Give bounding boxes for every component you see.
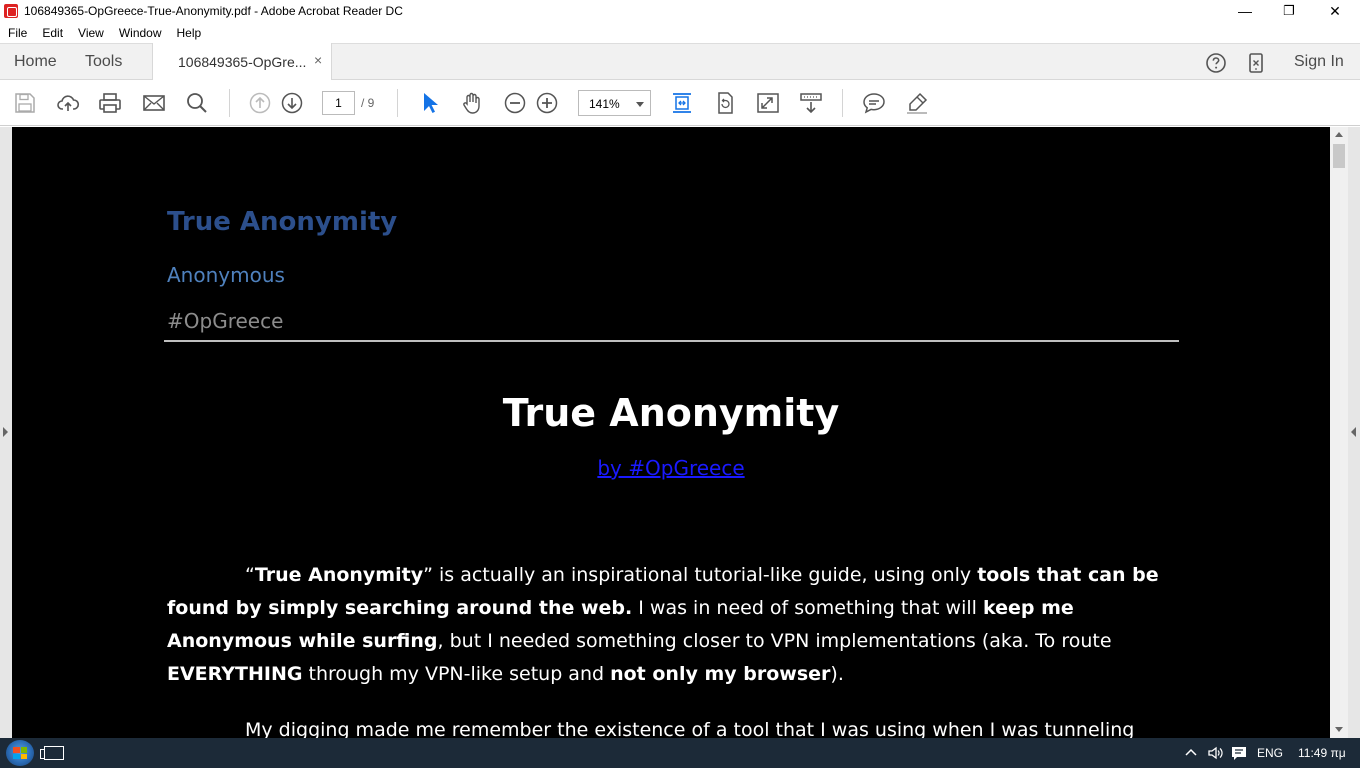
scrolling-mode-icon[interactable] xyxy=(799,91,823,115)
right-panel-toggle[interactable] xyxy=(1348,127,1360,738)
save-icon[interactable] xyxy=(13,91,37,115)
document-viewport[interactable]: True Anonymity Anonymous #OpGreece True … xyxy=(0,127,1360,738)
toolbar: 1 / 9 141% xyxy=(0,80,1360,126)
mobile-link-icon[interactable] xyxy=(1245,52,1267,74)
upload-cloud-icon[interactable] xyxy=(56,91,80,115)
menu-help[interactable]: Help xyxy=(169,26,209,40)
page-total-label: / 9 xyxy=(361,96,375,110)
paragraph-1: “True Anonymity” is actually an inspirat… xyxy=(167,564,1159,685)
highlight-icon[interactable] xyxy=(905,91,929,115)
menu-file[interactable]: File xyxy=(0,26,34,40)
title-bar: 106849365-OpGreece-True-Anonymity.pdf - … xyxy=(0,0,1360,22)
previous-page-icon[interactable] xyxy=(248,91,272,115)
full-screen-icon[interactable] xyxy=(756,91,780,115)
scroll-up-icon[interactable] xyxy=(1335,132,1343,137)
chevron-down-icon xyxy=(636,102,644,107)
pdf-page: True Anonymity Anonymous #OpGreece True … xyxy=(12,127,1330,738)
hand-icon[interactable] xyxy=(460,91,484,115)
byline-link[interactable]: by #OpGreece xyxy=(597,456,744,480)
doc-subtitle: Anonymous xyxy=(167,263,285,287)
vertical-scrollbar[interactable] xyxy=(1330,127,1348,738)
minimize-button[interactable]: — xyxy=(1222,0,1268,22)
windows-logo-icon xyxy=(13,747,27,759)
comment-icon[interactable] xyxy=(862,91,886,115)
acrobat-app-icon xyxy=(4,4,18,18)
language-indicator[interactable]: ENG xyxy=(1257,738,1283,768)
doc-tag: #OpGreece xyxy=(167,309,284,333)
divider xyxy=(164,340,1179,342)
taskbar: ENG 11:49 πμ xyxy=(0,738,1360,768)
toolbar-separator xyxy=(229,89,230,117)
chevron-left-icon xyxy=(1351,427,1356,437)
chevron-right-icon xyxy=(3,427,8,437)
tab-close-button[interactable]: × xyxy=(314,52,322,68)
tab-bar: Home Tools 106849365-OpGre... × Sign In xyxy=(0,43,1360,81)
rotate-icon[interactable] xyxy=(713,91,737,115)
toolbar-separator xyxy=(842,89,843,117)
window-title: 106849365-OpGreece-True-Anonymity.pdf - … xyxy=(24,4,403,18)
menu-view[interactable]: View xyxy=(70,26,111,40)
tray-overflow-icon[interactable] xyxy=(1184,738,1198,768)
zoom-value: 141% xyxy=(589,97,620,111)
zoom-out-icon[interactable] xyxy=(503,91,527,115)
paragraph-2: My digging made me remember the existenc… xyxy=(245,719,1135,738)
task-view-icon[interactable] xyxy=(40,746,64,760)
byline: by #OpGreece xyxy=(12,456,1330,480)
toolbar-separator xyxy=(397,89,398,117)
menu-window[interactable]: Window xyxy=(111,26,169,40)
doc-title: True Anonymity xyxy=(167,207,398,237)
tab-document-label: 106849365-OpGre... xyxy=(178,54,307,70)
fit-page-icon[interactable] xyxy=(670,91,694,115)
clock[interactable]: 11:49 πμ xyxy=(1298,738,1346,768)
zoom-select[interactable]: 141% xyxy=(578,90,651,116)
left-panel-toggle[interactable] xyxy=(0,127,12,738)
notifications-icon[interactable] xyxy=(1231,738,1247,768)
tab-document[interactable]: 106849365-OpGre... × xyxy=(152,43,332,81)
volume-icon[interactable] xyxy=(1207,738,1225,768)
zoom-in-icon[interactable] xyxy=(535,91,559,115)
email-icon[interactable] xyxy=(142,91,166,115)
help-icon[interactable] xyxy=(1205,52,1227,74)
menu-edit[interactable]: Edit xyxy=(34,26,70,40)
doc-heading: True Anonymity xyxy=(502,391,840,435)
start-button[interactable] xyxy=(6,740,34,766)
page-number-input[interactable]: 1 xyxy=(322,91,355,115)
sign-in-button[interactable]: Sign In xyxy=(1294,53,1344,71)
menu-bar: File Edit View Window Help xyxy=(0,22,1360,43)
search-icon[interactable] xyxy=(185,91,209,115)
print-icon[interactable] xyxy=(98,91,122,115)
close-window-button[interactable]: ✕ xyxy=(1312,0,1358,22)
scroll-thumb[interactable] xyxy=(1333,144,1345,168)
next-page-icon[interactable] xyxy=(280,91,304,115)
tab-home[interactable]: Home xyxy=(14,53,57,71)
tab-tools[interactable]: Tools xyxy=(85,53,122,71)
scroll-down-icon[interactable] xyxy=(1335,727,1343,732)
maximize-button[interactable]: ❐ xyxy=(1266,0,1312,22)
select-cursor-icon[interactable] xyxy=(418,91,442,115)
